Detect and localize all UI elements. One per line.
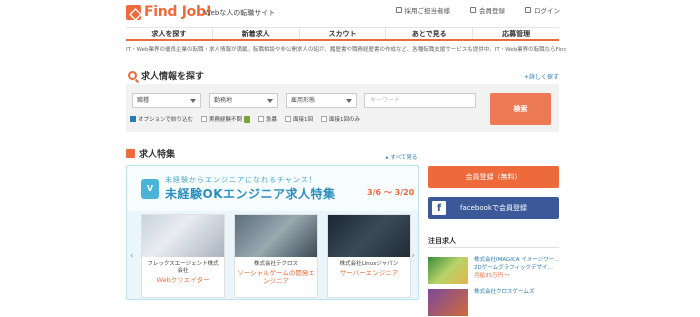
logo-icon[interactable] [126, 5, 141, 20]
prev-arrow-icon[interactable]: ‹ [130, 251, 134, 261]
recruiter-link[interactable]: 採用ご担当者様 [395, 5, 450, 15]
search-button[interactable]: 検索 [490, 93, 551, 125]
featured-heading: 求人特集 [126, 147, 175, 160]
checkbox[interactable] [321, 116, 328, 122]
job-thumbnail [428, 257, 468, 284]
facebook-register-button[interactable]: f facebookで会員登録 [428, 197, 559, 219]
card-job[interactable]: サーバーエンジニア [328, 269, 410, 277]
job-type-select[interactable]: 職種 [132, 93, 201, 108]
attention-desc[interactable]: 2Dゲームグラフィックデザイ… [474, 265, 553, 272]
attention-heading: 注目求人 [428, 237, 456, 245]
user-icon [470, 7, 476, 13]
filter-options: オプションで絞り込む 実務経験不問 急募 面接1回 面接1回のみ [130, 115, 360, 123]
options-label: オプションで絞り込む [130, 115, 193, 123]
see-all-link[interactable]: ▸ すべて見る [386, 153, 417, 161]
checkbox[interactable] [285, 116, 292, 122]
job-search: 求人情報を探す +詳しく探す 職種 勤務地 雇用形態 キーワード 検索 オプショ… [126, 64, 559, 132]
lock-icon [525, 7, 531, 13]
banner-date: 3/6 ～ 3/20 [367, 188, 415, 197]
check-no-experience[interactable]: 実務経験不問 [201, 115, 251, 123]
location-select[interactable]: 勤務地 [209, 93, 278, 108]
checkbox[interactable] [201, 116, 208, 122]
thumbs-up-icon [126, 149, 135, 158]
job-card[interactable]: 株式会社Linuxジャパン サーバーエンジニア [327, 214, 411, 298]
card-job[interactable]: Webクリエイター [142, 276, 224, 284]
flag-icon [130, 116, 136, 122]
job-card[interactable]: 株式会社テクロス ソーシャルゲームの開発エンジニア [234, 214, 318, 298]
search-panel: 職種 勤務地 雇用形態 キーワード 検索 オプションで絞り込む 実務経験不問 急… [126, 84, 559, 132]
check-urgent[interactable]: 急募 [258, 115, 277, 123]
site-header: Find Job! Webな人の転職サイト 採用ご担当者様 会員登録 ログイン [0, 0, 700, 26]
site-description: IT・Web業界の優良企業の転職・求人情報が満載。転職相談や非公開求人の紹介、履… [126, 47, 566, 53]
office-photo [235, 215, 317, 257]
attention-company[interactable]: 株式会社クロスゲームズ [474, 289, 534, 296]
card-company: 株式会社Linuxジャパン [339, 261, 399, 267]
office-photo [328, 215, 410, 257]
banner-header: V 未経験からエンジニアになれるチャンス！ 未経験OKエンジニア求人特集 3/6… [127, 166, 418, 211]
logo-text[interactable]: Find Job! [144, 4, 212, 20]
office-photo [142, 215, 224, 257]
check-badge-icon: V [141, 179, 159, 199]
card-company: 株式会社テクロス [253, 261, 298, 267]
attention-salary: 月給35万円 ～ [474, 273, 511, 279]
next-arrow-icon[interactable]: › [411, 251, 415, 261]
attention-company[interactable]: 株式会社IMAGICA イメージワー… [474, 257, 560, 264]
banner-catch: 未経験からエンジニアになれるチャンス！ [165, 176, 317, 184]
employment-select[interactable]: 雇用形態 [286, 93, 357, 108]
building-icon [395, 7, 402, 13]
check-one-interview-only[interactable]: 面接1回のみ [321, 115, 360, 123]
banner-title: 未経験OKエンジニア求人特集 [165, 187, 336, 201]
job-cards: フレックスエージェント株式会社 Webクリエイター 株式会社テクロス ソーシャル… [141, 214, 411, 298]
register-link[interactable]: 会員登録 [470, 5, 505, 15]
facebook-icon: f [432, 201, 446, 215]
card-company: フレックスエージェント株式会社 [147, 261, 219, 274]
checkbox[interactable] [258, 116, 265, 122]
attention-job[interactable]: 株式会社IMAGICA イメージワー… 2Dゲームグラフィックデザイ… 月給35… [428, 255, 560, 285]
top-links: 採用ご担当者様 会員登録 ログイン [395, 5, 560, 15]
register-button[interactable]: 会員登録（無料） [428, 166, 559, 188]
nav-new-jobs[interactable]: 新着求人 [213, 28, 300, 39]
beginner-icon [244, 115, 251, 123]
main-nav: 求人を探す 新着求人 スカウト あとで見る 応募管理 [126, 27, 559, 41]
nav-applications[interactable]: 応募管理 [473, 28, 559, 39]
check-one-interview[interactable]: 面接1回 [285, 115, 313, 123]
nav-search-jobs[interactable]: 求人を探す [126, 28, 213, 39]
search-heading: 求人情報を探す [128, 69, 204, 82]
attention-job[interactable]: 株式会社クロスゲームズ [428, 287, 559, 317]
feature-banner[interactable]: V 未経験からエンジニアになれるチャンス！ 未経験OKエンジニア求人特集 3/6… [126, 165, 419, 300]
login-link[interactable]: ログイン [525, 5, 560, 15]
divider [428, 247, 559, 248]
advanced-search-link[interactable]: +詳しく探す [524, 72, 559, 81]
tagline: Webな人の転職サイト [204, 9, 276, 17]
card-job[interactable]: ソーシャルゲームの開発エンジニア [235, 269, 317, 285]
keyword-input[interactable]: キーワード [364, 93, 476, 108]
nav-scout[interactable]: スカウト [300, 28, 387, 39]
job-card[interactable]: フレックスエージェント株式会社 Webクリエイター [141, 214, 225, 298]
search-icon [128, 71, 137, 80]
nav-saved[interactable]: あとで見る [386, 28, 474, 39]
job-thumbnail [428, 289, 468, 316]
